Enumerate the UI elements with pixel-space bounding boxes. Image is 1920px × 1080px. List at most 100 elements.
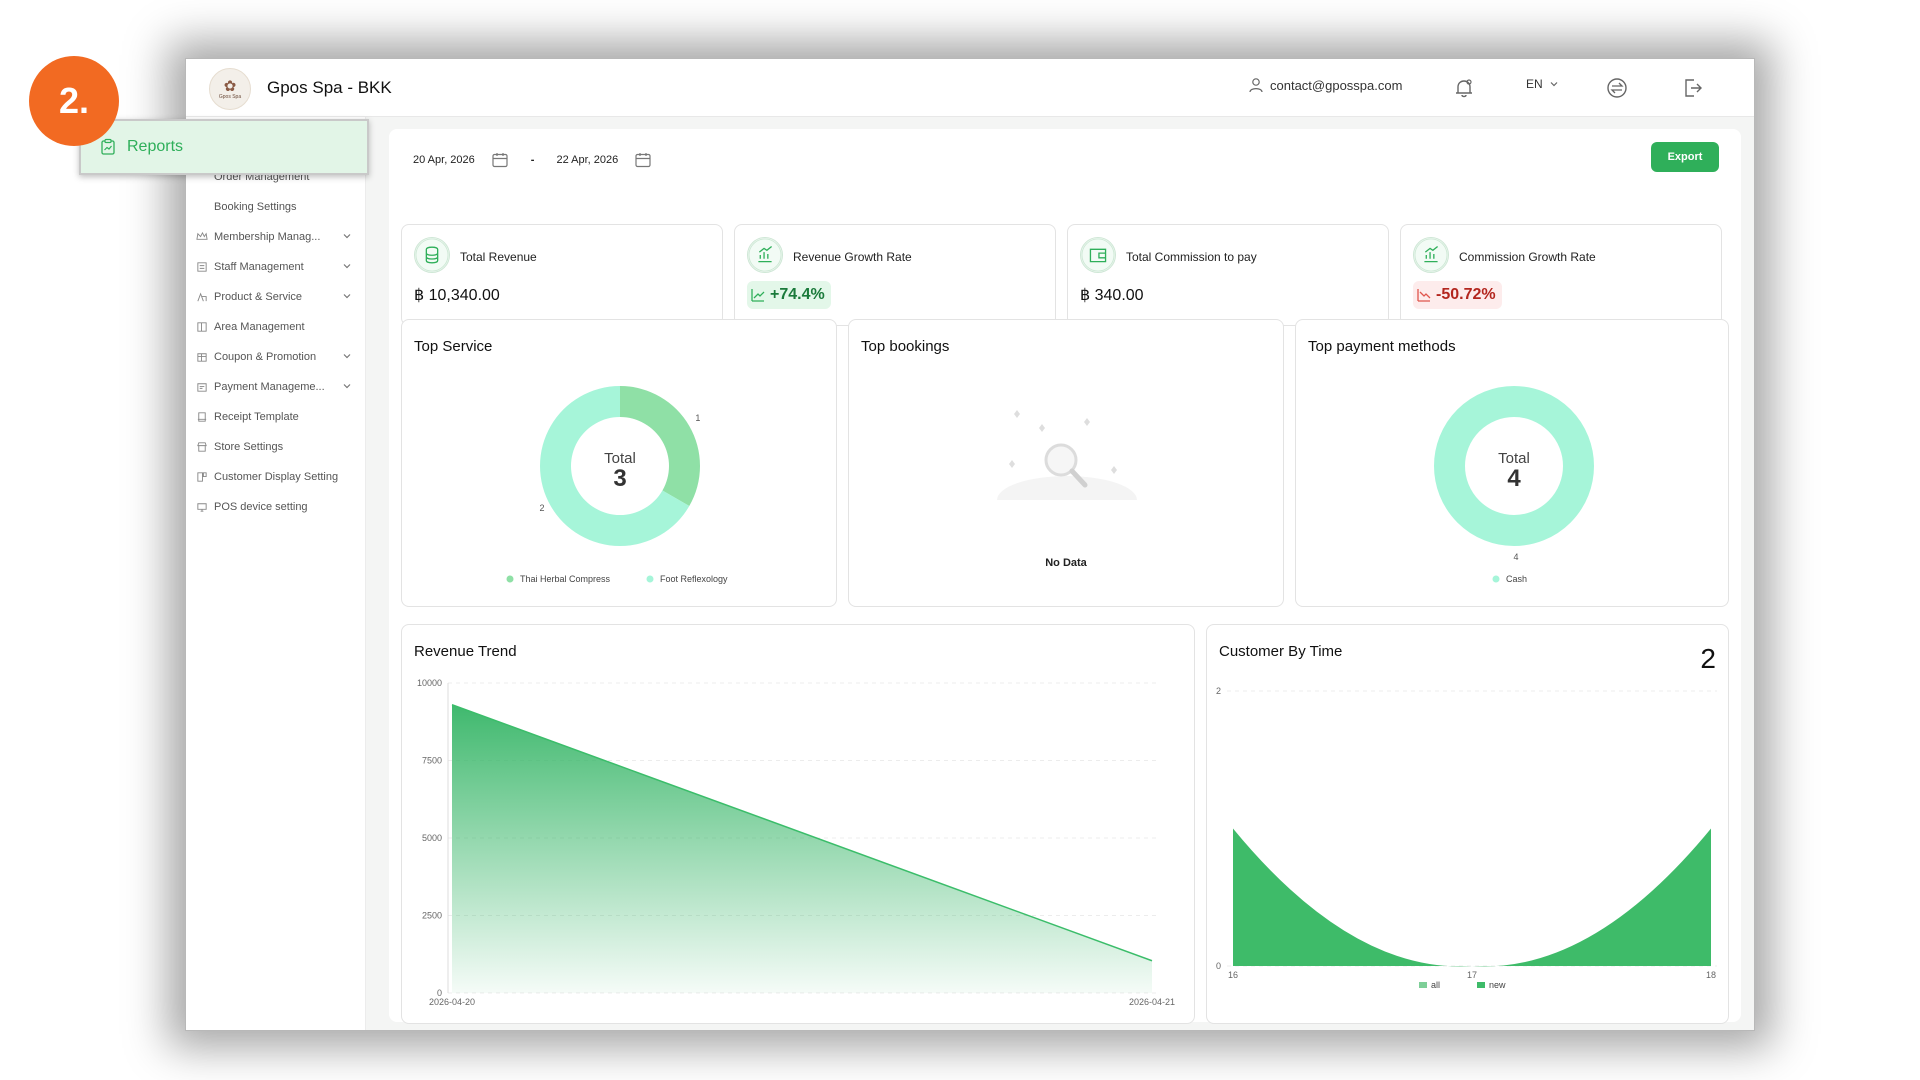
product-icon	[197, 292, 207, 302]
sidebar-item-label: Payment Manageme...	[214, 381, 325, 393]
legend-swatch	[1492, 575, 1500, 583]
logout-icon[interactable]	[1681, 76, 1705, 100]
legend-swatch	[646, 575, 654, 583]
language-value: EN	[1526, 77, 1543, 91]
revenue-trend-card: Revenue Trend 0 2500 5000 7500 10000 2026-04-…	[401, 624, 1195, 1024]
sidebar-item[interactable]: Staff Management	[196, 256, 356, 278]
revenue-trend-chart: 0250050007500100002026-04-20 2026-04-21	[417, 678, 1175, 1007]
sidebar-item-label: Customer Display Setting	[214, 471, 339, 483]
chevron-down-icon[interactable]	[342, 291, 352, 301]
slice-value-label: 2	[540, 503, 545, 513]
coins-icon	[414, 237, 450, 273]
customer-by-time-card: Customer By Time 2 0 2 16 17 18 all new	[1206, 624, 1729, 1024]
kpi-label: Revenue Growth Rate	[793, 250, 912, 264]
chevron-down-icon[interactable]	[342, 231, 352, 241]
legend-swatch	[506, 575, 514, 583]
x-tick-label: 2026-04-20	[429, 997, 475, 1007]
kpi-value: +74.4%	[770, 286, 825, 303]
kpi-value: -50.72%	[1436, 286, 1496, 303]
language-select[interactable]: EN	[1526, 77, 1559, 91]
kpi-card: Commission Growth Rate -50.72%	[1400, 224, 1722, 326]
chevron-down-icon[interactable]	[342, 351, 352, 361]
calendar-icon[interactable]	[634, 151, 652, 169]
app-window: ✿ Gpos Spa Gpos Spa - BKK contact@gpossp…	[186, 59, 1754, 1030]
chevron-down-icon[interactable]	[342, 381, 352, 391]
donut-center-value: 4	[1507, 465, 1521, 492]
sidebar-item[interactable]: Product & Service	[196, 286, 356, 308]
logo-text: Gpos Spa	[218, 93, 242, 100]
date-from[interactable]: 20 Apr, 2026	[413, 154, 475, 166]
area-icon	[197, 322, 207, 332]
legend-label: all	[1431, 980, 1440, 990]
store-name: Gpos Spa - BKK	[267, 78, 392, 97]
growth-chart-icon	[747, 237, 783, 273]
store-logo[interactable]: ✿ Gpos Spa	[209, 68, 251, 110]
legend-swatch	[1419, 982, 1427, 988]
clipboard-chart-icon	[101, 138, 115, 155]
pos-icon	[197, 503, 207, 512]
donut-slice[interactable]	[620, 386, 700, 506]
customer-by-time-chart: 0 2 16 17 18 all new	[1216, 686, 1717, 990]
payment-icon	[197, 383, 207, 392]
sidebar-item[interactable]: Area Management	[196, 316, 356, 338]
legend-label: Thai Herbal Compress	[520, 574, 611, 584]
staff-icon	[197, 262, 207, 272]
reports-menu-item[interactable]: Reports	[79, 119, 369, 175]
sidebar-item-label: Booking Settings	[214, 201, 297, 213]
kpi-value: ฿ 340.00	[1080, 287, 1144, 304]
export-button[interactable]: Export	[1651, 142, 1719, 172]
sidebar-item[interactable]: Payment Manageme...	[196, 376, 356, 398]
kpi-growth-badge: +74.4%	[747, 281, 831, 309]
sidebar: Order Management Booking Settings Membersh…	[186, 117, 366, 1030]
sidebar-item-label: Staff Management	[214, 261, 304, 273]
x-tick-label: 16	[1228, 970, 1238, 980]
reports-label: Reports	[127, 138, 184, 155]
top-service-card: Top Service 1 2 Total 3 Thai Herbal Compress…	[401, 319, 837, 607]
account-email[interactable]: contact@gposspa.com	[1248, 77, 1402, 93]
sidebar-item[interactable]: Store Settings	[196, 436, 356, 458]
user-icon	[1249, 78, 1263, 93]
sidebar-item[interactable]: Customer Display Setting	[196, 466, 356, 488]
kpi-card: Total Revenue ฿ 10,340.00	[401, 224, 723, 326]
y-tick-label: 7500	[422, 756, 442, 766]
slice-value-label: 1	[695, 413, 700, 423]
reports-panel: 20 Apr, 2026 - 22 Apr, 2026 Export Total…	[389, 129, 1741, 1024]
step-number-badge: 2.	[29, 56, 119, 146]
bell-icon[interactable]	[1452, 76, 1476, 100]
trend-up-icon	[751, 289, 765, 302]
receipt-icon	[197, 412, 207, 422]
sidebar-item[interactable]: Coupon & Promotion	[196, 346, 356, 368]
growth-chart-icon	[1413, 237, 1449, 273]
sidebar-item[interactable]: Booking Settings	[214, 196, 374, 218]
x-tick-label: 17	[1467, 970, 1477, 980]
top-bar: ✿ Gpos Spa Gpos Spa - BKK contact@gpossp…	[186, 59, 1754, 117]
kpi-label: Total Revenue	[460, 250, 537, 264]
legend-label: Foot Reflexology	[660, 574, 728, 584]
sidebar-item-label: Membership Manag...	[214, 231, 321, 243]
x-tick-label: 2026-04-21	[1129, 997, 1175, 1007]
top-service-donut: 12Total3Thai Herbal Compress Foot Reflexo…	[506, 386, 728, 584]
top-payment-donut: 4Total4Cash	[1434, 386, 1594, 584]
x-tick-label: 18	[1706, 970, 1716, 980]
slice-value-label: 4	[1513, 552, 1518, 562]
sidebar-item[interactable]: Membership Manag...	[196, 226, 356, 248]
chevron-down-icon	[1550, 82, 1558, 87]
switch-store-icon[interactable]	[1605, 76, 1629, 100]
kpi-growth-badge: -50.72%	[1413, 281, 1502, 309]
sidebar-item-label: POS device setting	[214, 501, 308, 513]
date-range-picker[interactable]: 20 Apr, 2026 - 22 Apr, 2026	[413, 151, 652, 169]
sidebar-item[interactable]: POS device setting	[196, 496, 356, 518]
chevron-down-icon[interactable]	[342, 261, 352, 271]
sidebar-item-label: Product & Service	[214, 291, 303, 303]
y-tick-label: 0	[1216, 961, 1221, 971]
top-payment-card: Top payment methods 4 Total 4 Cash	[1295, 319, 1729, 607]
top-bookings-card: Top bookings No Data	[848, 319, 1284, 607]
y-tick-label: 10000	[417, 678, 442, 688]
no-data-text: No Data	[1045, 557, 1087, 569]
store-icon	[197, 442, 207, 452]
sidebar-item[interactable]: Receipt Template	[196, 406, 356, 428]
date-to[interactable]: 22 Apr, 2026	[556, 154, 618, 166]
sidebar-item-label: Receipt Template	[214, 411, 299, 423]
calendar-icon[interactable]	[491, 151, 509, 169]
legend-label: Cash	[1506, 574, 1527, 584]
